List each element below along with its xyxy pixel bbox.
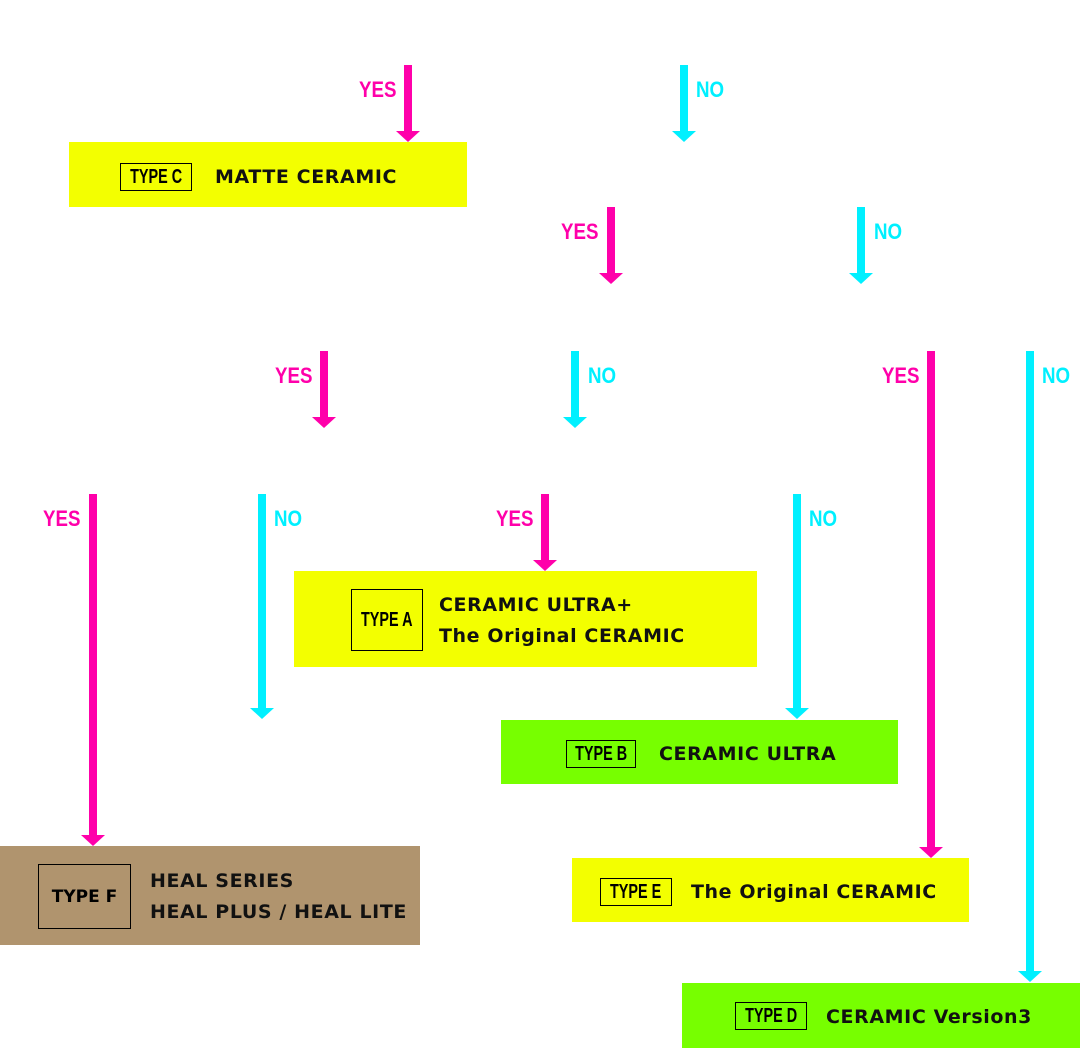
no-label: NO	[809, 506, 838, 531]
type-badge: TYPE D	[735, 1002, 807, 1030]
yes-label: YES	[359, 77, 397, 102]
type-badge: TYPE C	[120, 163, 192, 191]
result-type-c: TYPE C MATTE CERAMIC	[69, 142, 467, 207]
yes-arrow	[919, 351, 943, 858]
result-type-b: TYPE B CERAMIC ULTRA	[501, 720, 898, 784]
no-arrow	[250, 494, 274, 719]
product-names: CERAMIC ULTRA	[659, 743, 837, 765]
result-type-f: TYPE F HEAL SERIES HEAL PLUS / HEAL LITE	[0, 846, 420, 945]
no-label: NO	[696, 77, 725, 102]
yes-arrow	[533, 494, 557, 571]
product-names: CERAMIC ULTRA+ The Original CERAMIC	[439, 594, 685, 647]
no-arrow	[785, 494, 809, 719]
no-label: NO	[274, 506, 303, 531]
yes-arrow	[396, 65, 420, 142]
product-names: CERAMIC Version3	[826, 1006, 1032, 1028]
type-badge: TYPE F	[38, 864, 131, 929]
yes-label: YES	[882, 363, 920, 388]
yes-arrow	[81, 494, 105, 846]
result-type-e: TYPE E The Original CERAMIC	[572, 858, 969, 922]
no-label: NO	[874, 219, 903, 244]
yes-label: YES	[496, 506, 534, 531]
no-arrow	[849, 207, 873, 284]
yes-label: YES	[43, 506, 81, 531]
no-arrow	[672, 65, 696, 142]
product-names: MATTE CERAMIC	[215, 166, 398, 188]
yes-label: YES	[275, 363, 313, 388]
yes-arrow	[312, 351, 336, 428]
product-names: HEAL SERIES HEAL PLUS / HEAL LITE	[150, 870, 407, 923]
product-names: The Original CERAMIC	[691, 881, 937, 903]
no-arrow	[563, 351, 587, 428]
no-label: NO	[588, 363, 617, 388]
yes-arrow	[599, 207, 623, 284]
result-type-a: TYPE A CERAMIC ULTRA+ The Original CERAMI…	[294, 571, 757, 667]
yes-label: YES	[561, 219, 599, 244]
result-type-d: TYPE D CERAMIC Version3	[682, 983, 1080, 1048]
no-arrow	[1018, 351, 1042, 982]
type-badge: TYPE E	[600, 878, 672, 906]
type-badge: TYPE A	[351, 589, 423, 651]
type-badge: TYPE B	[566, 740, 636, 768]
no-label: NO	[1042, 363, 1071, 388]
